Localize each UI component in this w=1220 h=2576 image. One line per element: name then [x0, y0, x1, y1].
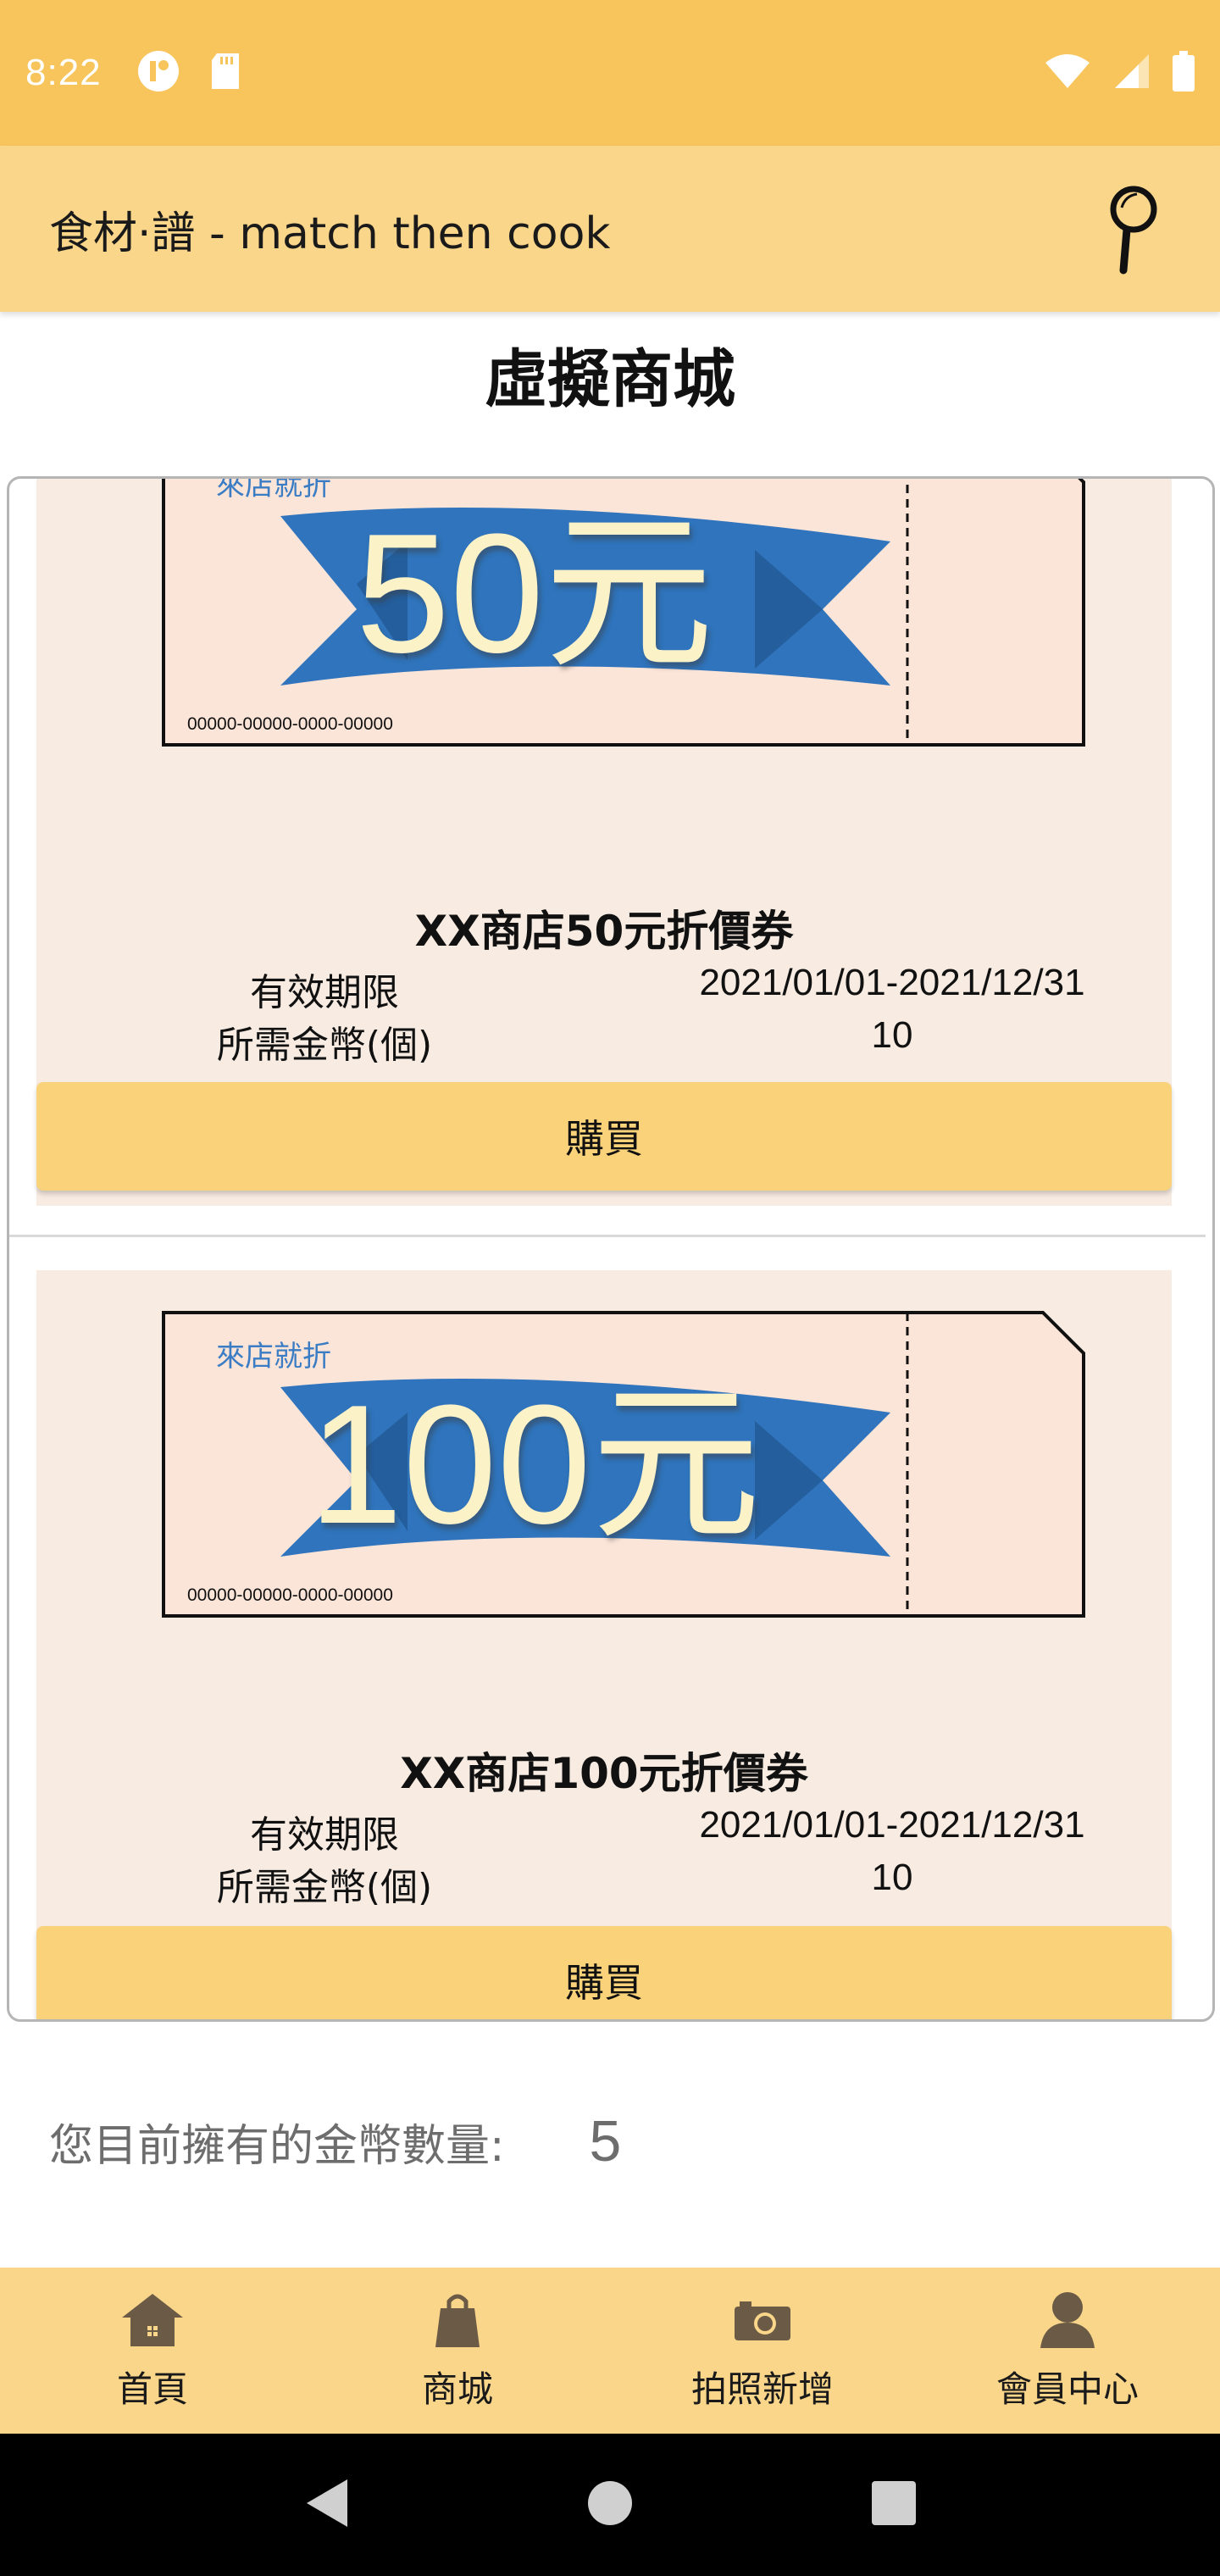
- coins-required-value: 10: [871, 1014, 913, 1056]
- coupon-name: XX商店50元折價券: [414, 907, 794, 956]
- wifi-icon: [1044, 53, 1091, 93]
- home-circle-icon: [588, 2481, 632, 2525]
- coupon-image: 來店就折 50元 00000-00000-0000-00000: [162, 476, 1087, 747]
- validity-label: 有效期限: [250, 971, 399, 1014]
- wallet-label: 您目前擁有的金幣數量:: [49, 2120, 505, 2172]
- coupon-card: 來店就折 100元 00000-00000-0000-00000 XX商店100…: [36, 1270, 1172, 2019]
- battery-icon: [1173, 51, 1195, 95]
- coupon-image: 來店就折 100元 00000-00000-0000-00000: [162, 1311, 1087, 1618]
- validity-row: 有效期限 2021/01/01-2021/12/31: [36, 1804, 1172, 1857]
- status-notification-icons: [137, 50, 242, 96]
- validity-value: 2021/01/01-2021/12/31: [699, 1804, 1085, 1846]
- person-icon: [1035, 2290, 1100, 2351]
- nav-label-member: 會員中心: [995, 2368, 1139, 2410]
- coins-required-label: 所需金幣(個): [216, 1024, 433, 1067]
- recents-button[interactable]: [871, 2480, 917, 2529]
- validity-row: 有效期限 2021/01/01-2021/12/31: [36, 962, 1172, 1014]
- coins-required-label: 所需金幣(個): [216, 1866, 433, 1909]
- search-button[interactable]: [1095, 178, 1171, 280]
- home-nav-button[interactable]: [586, 2479, 634, 2530]
- status-bar: 8:22: [0, 0, 1220, 146]
- buy-button[interactable]: 購買: [36, 1082, 1172, 1191]
- nav-item-shop[interactable]: 商城: [305, 2268, 610, 2434]
- app-title: 食材·譜 - match then cook: [49, 208, 611, 259]
- list-divider: [9, 1235, 1206, 1237]
- coupon-serial: 00000-00000-0000-00000: [187, 714, 393, 734]
- coupon-tagline: 來店就折: [216, 1340, 331, 1374]
- coupon-name: XX商店100元折價券: [400, 1749, 808, 1798]
- coupon-list[interactable]: 來店就折 50元 00000-00000-0000-00000 XX商店50元折…: [7, 476, 1215, 2022]
- status-time: 8:22: [25, 52, 102, 93]
- validity-value: 2021/01/01-2021/12/31: [699, 962, 1085, 1003]
- camera-icon: [730, 2290, 795, 2351]
- nav-item-home[interactable]: 首頁: [0, 2268, 305, 2434]
- coins-required-value: 10: [871, 1857, 913, 1898]
- coins-required-row: 所需金幣(個) 10: [36, 1014, 1172, 1067]
- home-icon: [120, 2290, 185, 2351]
- nav-item-camera[interactable]: 拍照新增: [610, 2268, 915, 2434]
- bottom-navigation: 首頁 商城 拍照新增 會員中心: [0, 2268, 1220, 2434]
- app-notification-icon: [137, 50, 180, 96]
- back-button[interactable]: [303, 2478, 349, 2532]
- back-icon: [307, 2479, 347, 2527]
- nav-item-member[interactable]: 會員中心: [915, 2268, 1220, 2434]
- nav-label-home: 首頁: [116, 2368, 188, 2410]
- coupon-tagline: 來店就折: [216, 476, 331, 502]
- wallet-value: 5: [589, 2109, 622, 2174]
- recents-icon: [872, 2481, 916, 2525]
- buy-button[interactable]: 購買: [36, 1926, 1172, 2019]
- coupon-amount: 50元: [355, 499, 714, 688]
- coupon-card: 來店就折 50元 00000-00000-0000-00000 XX商店50元折…: [36, 479, 1172, 1206]
- coupon-serial: 00000-00000-0000-00000: [187, 1585, 393, 1605]
- nav-label-camera: 拍照新增: [690, 2368, 834, 2410]
- cell-signal-icon: [1113, 53, 1151, 93]
- app-screen: 8:22 食材·譜 - match then cook 虛擬商城 來店就折 50…: [0, 0, 1220, 2576]
- validity-label: 有效期限: [250, 1813, 399, 1857]
- wallet-balance: 您目前擁有的金幣數量: 5: [49, 2108, 621, 2174]
- coupon-amount: 100元: [308, 1370, 761, 1559]
- app-bar: 食材·譜 - match then cook: [0, 146, 1220, 312]
- status-system-icons: [1044, 51, 1195, 95]
- page-title: 虛擬商城: [485, 343, 735, 416]
- search-icon: [1110, 186, 1157, 275]
- system-navigation-bar: [0, 2434, 1220, 2576]
- shopping-bag-icon: [425, 2290, 490, 2351]
- nav-label-shop: 商城: [421, 2368, 493, 2410]
- sd-card-icon: [208, 52, 242, 94]
- coins-required-row: 所需金幣(個) 10: [36, 1857, 1172, 1909]
